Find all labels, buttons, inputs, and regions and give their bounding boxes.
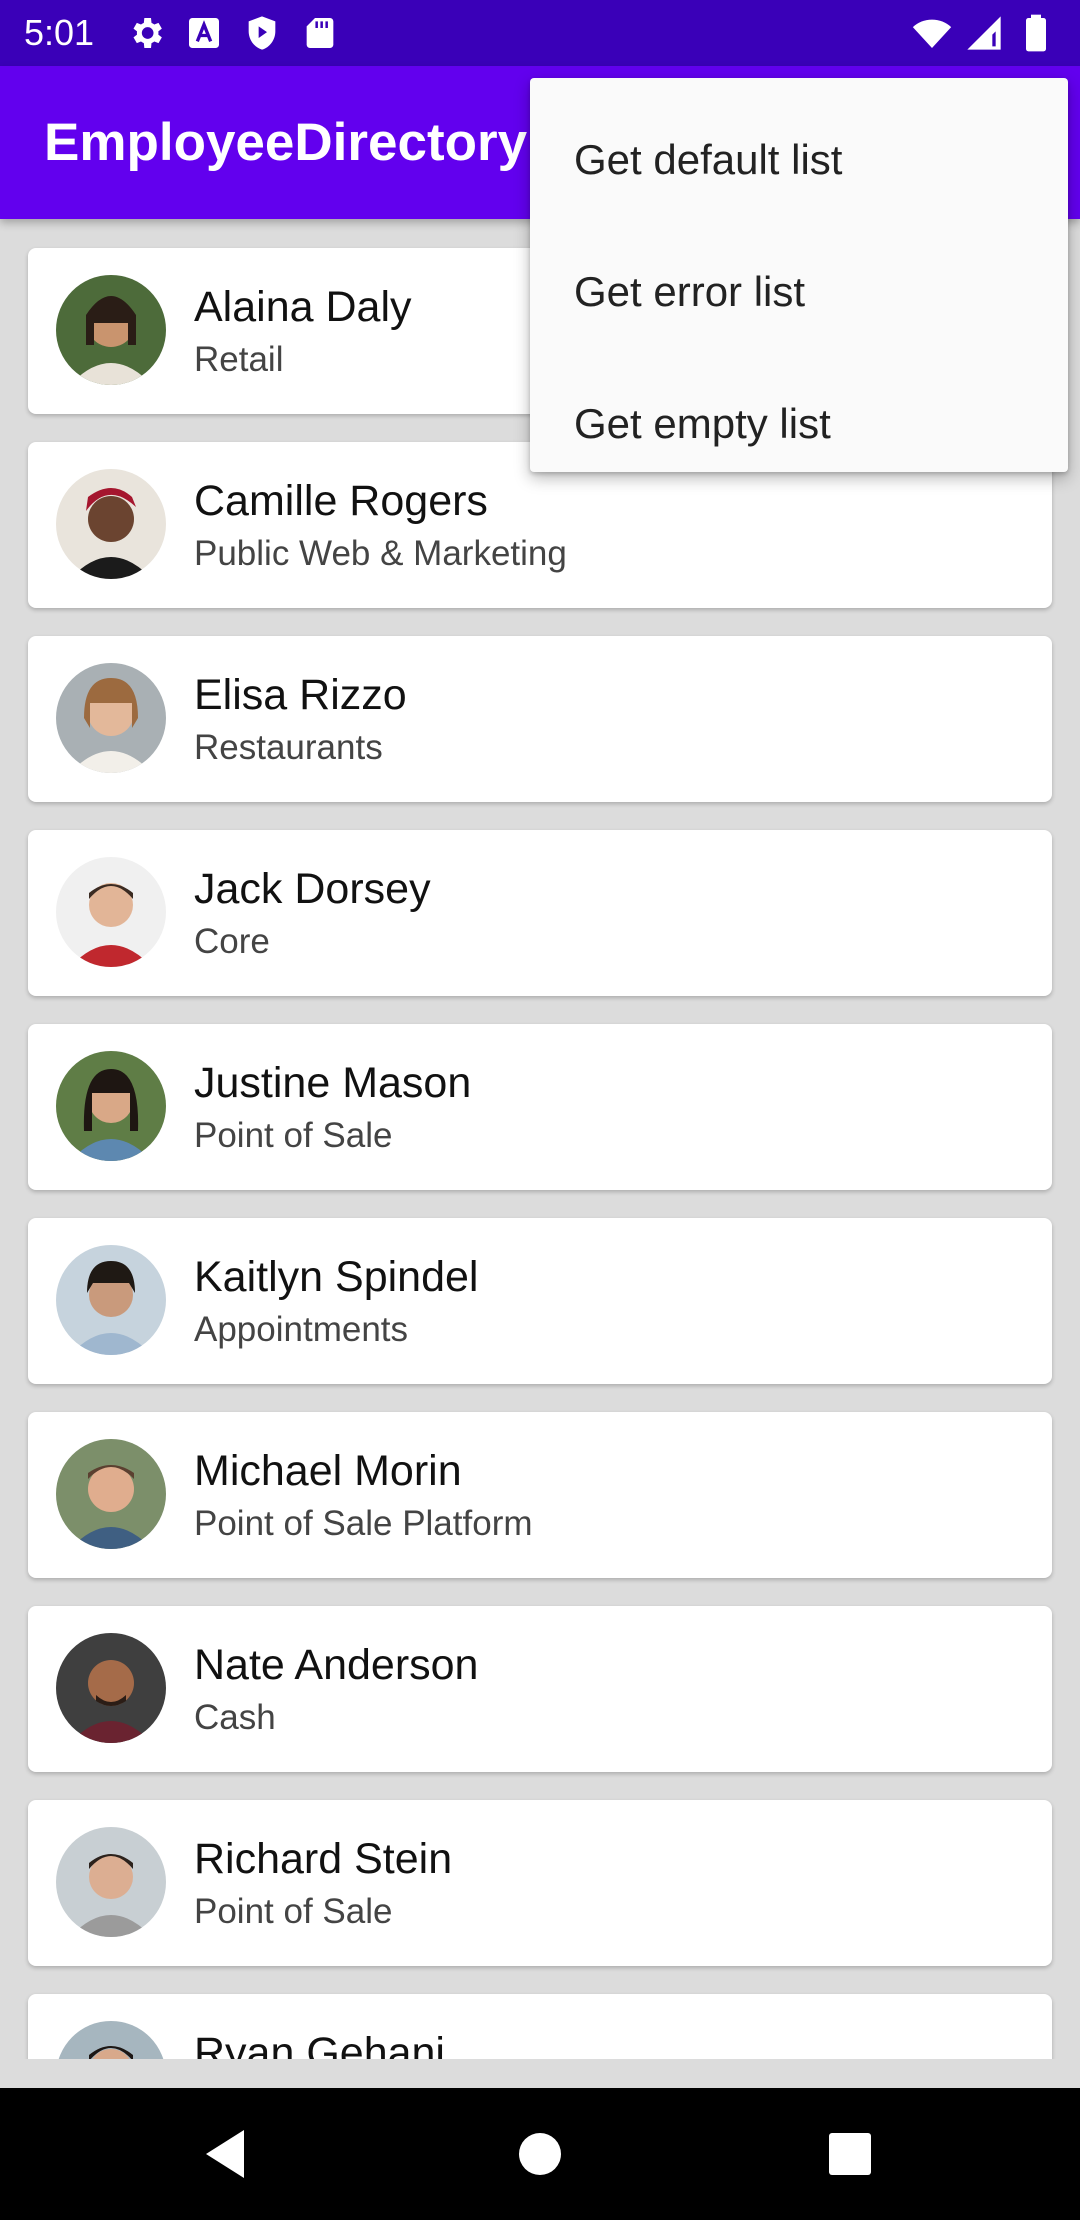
employee-team: Restaurants — [194, 728, 383, 767]
employee-avatar — [56, 1827, 166, 1937]
employee-team: Appointments — [194, 1310, 409, 1349]
employee-avatar — [56, 663, 166, 773]
employee-team: Point of Sale — [194, 1892, 393, 1931]
back-icon[interactable] — [196, 2124, 256, 2184]
shield-play-icon — [248, 16, 276, 50]
employee-list[interactable]: Alaina Daly Retail Camille Rogers Public… — [0, 219, 1080, 2059]
employee-avatar — [56, 1633, 166, 1743]
wifi-icon — [912, 19, 952, 48]
employee-avatar — [56, 1245, 166, 1355]
employee-card[interactable]: Richard Stein Point of Sale — [28, 1800, 1052, 1966]
employee-team: Public Web & Marketing — [194, 534, 567, 573]
home-icon[interactable] — [510, 2124, 570, 2184]
menu-item-empty-list[interactable]: Get empty list — [530, 358, 1068, 489]
employee-team: Core — [194, 922, 270, 961]
employee-avatar — [56, 2021, 166, 2059]
employee-name: Kaitlyn Spindel — [194, 1253, 479, 1301]
employee-name: Camille Rogers — [194, 477, 488, 525]
employee-avatar — [56, 1439, 166, 1549]
employee-name: Michael Morin — [194, 1447, 462, 1495]
employee-team: Cash — [194, 1698, 276, 1737]
employee-name: Elisa Rizzo — [194, 671, 407, 719]
employee-name: Nate Anderson — [194, 1641, 479, 1689]
app-title: EmployeeDirectory — [44, 113, 528, 172]
employee-card[interactable]: Jack Dorsey Core — [28, 830, 1052, 996]
status-bar: 5:01 — [0, 0, 1080, 66]
sd-card-icon — [306, 18, 334, 48]
recents-icon[interactable] — [820, 2124, 880, 2184]
status-time: 5:01 — [24, 12, 95, 53]
menu-item-error-list[interactable]: Get error list — [530, 226, 1068, 357]
employee-avatar — [56, 469, 166, 579]
employee-name: Ryan Gehani — [194, 2029, 445, 2059]
employee-avatar — [56, 275, 166, 385]
employee-avatar — [56, 1051, 166, 1161]
employee-name: Alaina Daly — [194, 283, 412, 331]
employee-card[interactable]: Kaitlyn Spindel Appointments — [28, 1218, 1052, 1384]
employee-team: Retail — [194, 340, 284, 379]
menu-item-default-list[interactable]: Get default list — [530, 94, 1068, 225]
employee-name: Jack Dorsey — [194, 865, 431, 913]
font-a-icon — [189, 18, 219, 48]
battery-icon — [1026, 14, 1046, 52]
employee-name: Richard Stein — [194, 1835, 453, 1883]
settings-icon — [133, 18, 162, 48]
navigation-bar — [0, 2088, 1080, 2220]
overflow-menu: Get default list Get error list Get empt… — [530, 78, 1068, 472]
employee-card[interactable]: Elisa Rizzo Restaurants — [28, 636, 1052, 802]
employee-card[interactable]: Michael Morin Point of Sale Platform — [28, 1412, 1052, 1578]
employee-team: Point of Sale Platform — [194, 1504, 533, 1543]
employee-card[interactable]: Nate Anderson Cash — [28, 1606, 1052, 1772]
employee-card[interactable]: Ryan Gehani — [28, 1994, 1052, 2059]
cell-signal-icon — [967, 16, 1001, 50]
employee-card[interactable]: Justine Mason Point of Sale — [28, 1024, 1052, 1190]
employee-team: Point of Sale — [194, 1116, 393, 1155]
employee-avatar — [56, 857, 166, 967]
employee-name: Justine Mason — [194, 1059, 472, 1107]
